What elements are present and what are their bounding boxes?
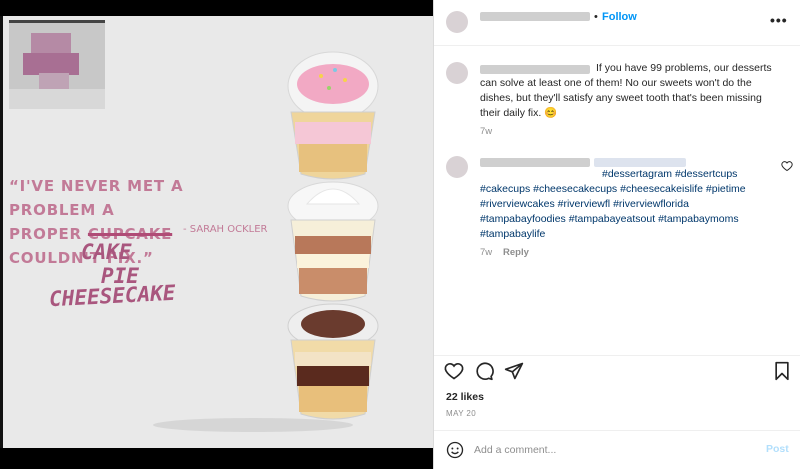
handwritten-cheesecake: CHEESECAKE [48, 280, 176, 312]
heart-icon[interactable] [444, 361, 464, 381]
post-image[interactable]: “I'VE NEVER MET A PROBLEM A PROPER CUPCA… [3, 16, 433, 448]
blurred-comment-text [594, 158, 686, 167]
commenter-avatar[interactable] [446, 156, 468, 178]
hashtag-link[interactable]: #cakecups [480, 183, 530, 195]
quote-proper: PROPER [9, 225, 88, 243]
hashtag-link[interactable]: #riverviewfl [558, 198, 611, 210]
comment-age: 7w [480, 247, 493, 258]
hashtag-link[interactable]: #tampabaylife [480, 228, 545, 240]
reply-link[interactable]: Reply [503, 247, 529, 258]
hashtag-link[interactable]: #riverviewcakes [480, 198, 555, 210]
comment-icon[interactable] [474, 361, 494, 381]
hashtag-link[interactable]: #tampabaymoms [658, 213, 739, 225]
hashtag-link[interactable]: #cheesecakeislife [620, 183, 703, 195]
bookmark-icon[interactable] [772, 361, 792, 381]
media-top-letterbox [0, 0, 433, 16]
handwritten-cake: CAKE [81, 240, 132, 264]
blurred-username[interactable] [480, 12, 590, 21]
instagram-post-modal: “I'VE NEVER MET A PROBLEM A PROPER CUPCA… [0, 0, 800, 469]
post-side-panel: • Follow ••• If you have 99 problems, ou… [433, 0, 800, 469]
hashtag-link[interactable]: #dessertagram [602, 168, 672, 180]
likes-count[interactable]: 22 likes [446, 391, 484, 403]
hashtag-link[interactable]: #tampabayeatsout [569, 213, 655, 225]
hashtag-link[interactable]: #tampabayfoodies [480, 213, 566, 225]
comment-like-heart-icon[interactable] [781, 160, 793, 172]
quote-text: “I'VE NEVER MET A PROBLEM A PROPER CUPCA… [9, 174, 269, 270]
blurred-brand-logo [9, 20, 105, 109]
quote-line-1: “I'VE NEVER MET A PROBLEM A [9, 177, 184, 219]
caption-age: 7w [480, 126, 493, 137]
media-bottom-letterbox [0, 448, 433, 469]
hashtag-comment: #dessertagram #dessertcups #cakecups #ch… [480, 167, 770, 242]
hashtag-link[interactable]: #pietime [706, 183, 746, 195]
share-icon[interactable] [504, 361, 524, 381]
action-bar [434, 355, 800, 385]
hashtag-link[interactable]: #cheesecakecups [533, 183, 617, 195]
post-comment-button[interactable]: Post [766, 443, 789, 455]
add-comment-row: Post [434, 430, 800, 469]
follow-button[interactable]: Follow [602, 11, 637, 23]
hashtag-link[interactable]: #riverviewflorida [613, 198, 689, 210]
caption-text: If you have 99 problems, our desserts ca… [480, 62, 772, 119]
dessert-cups-stack [287, 51, 379, 420]
separator-dot: • [594, 11, 598, 23]
author-avatar[interactable] [446, 11, 468, 33]
post-header: • Follow ••• [434, 0, 800, 46]
add-comment-input[interactable] [474, 441, 744, 459]
emoji-icon[interactable] [446, 441, 464, 459]
caption-avatar[interactable] [446, 62, 468, 84]
more-options-icon[interactable]: ••• [770, 12, 788, 28]
post-date: MAY 20 [446, 409, 477, 418]
quote-author: - SARAH OCKLER [183, 224, 268, 235]
blurred-commenter-username[interactable] [480, 158, 590, 167]
hashtag-link[interactable]: #dessertcups [675, 168, 737, 180]
